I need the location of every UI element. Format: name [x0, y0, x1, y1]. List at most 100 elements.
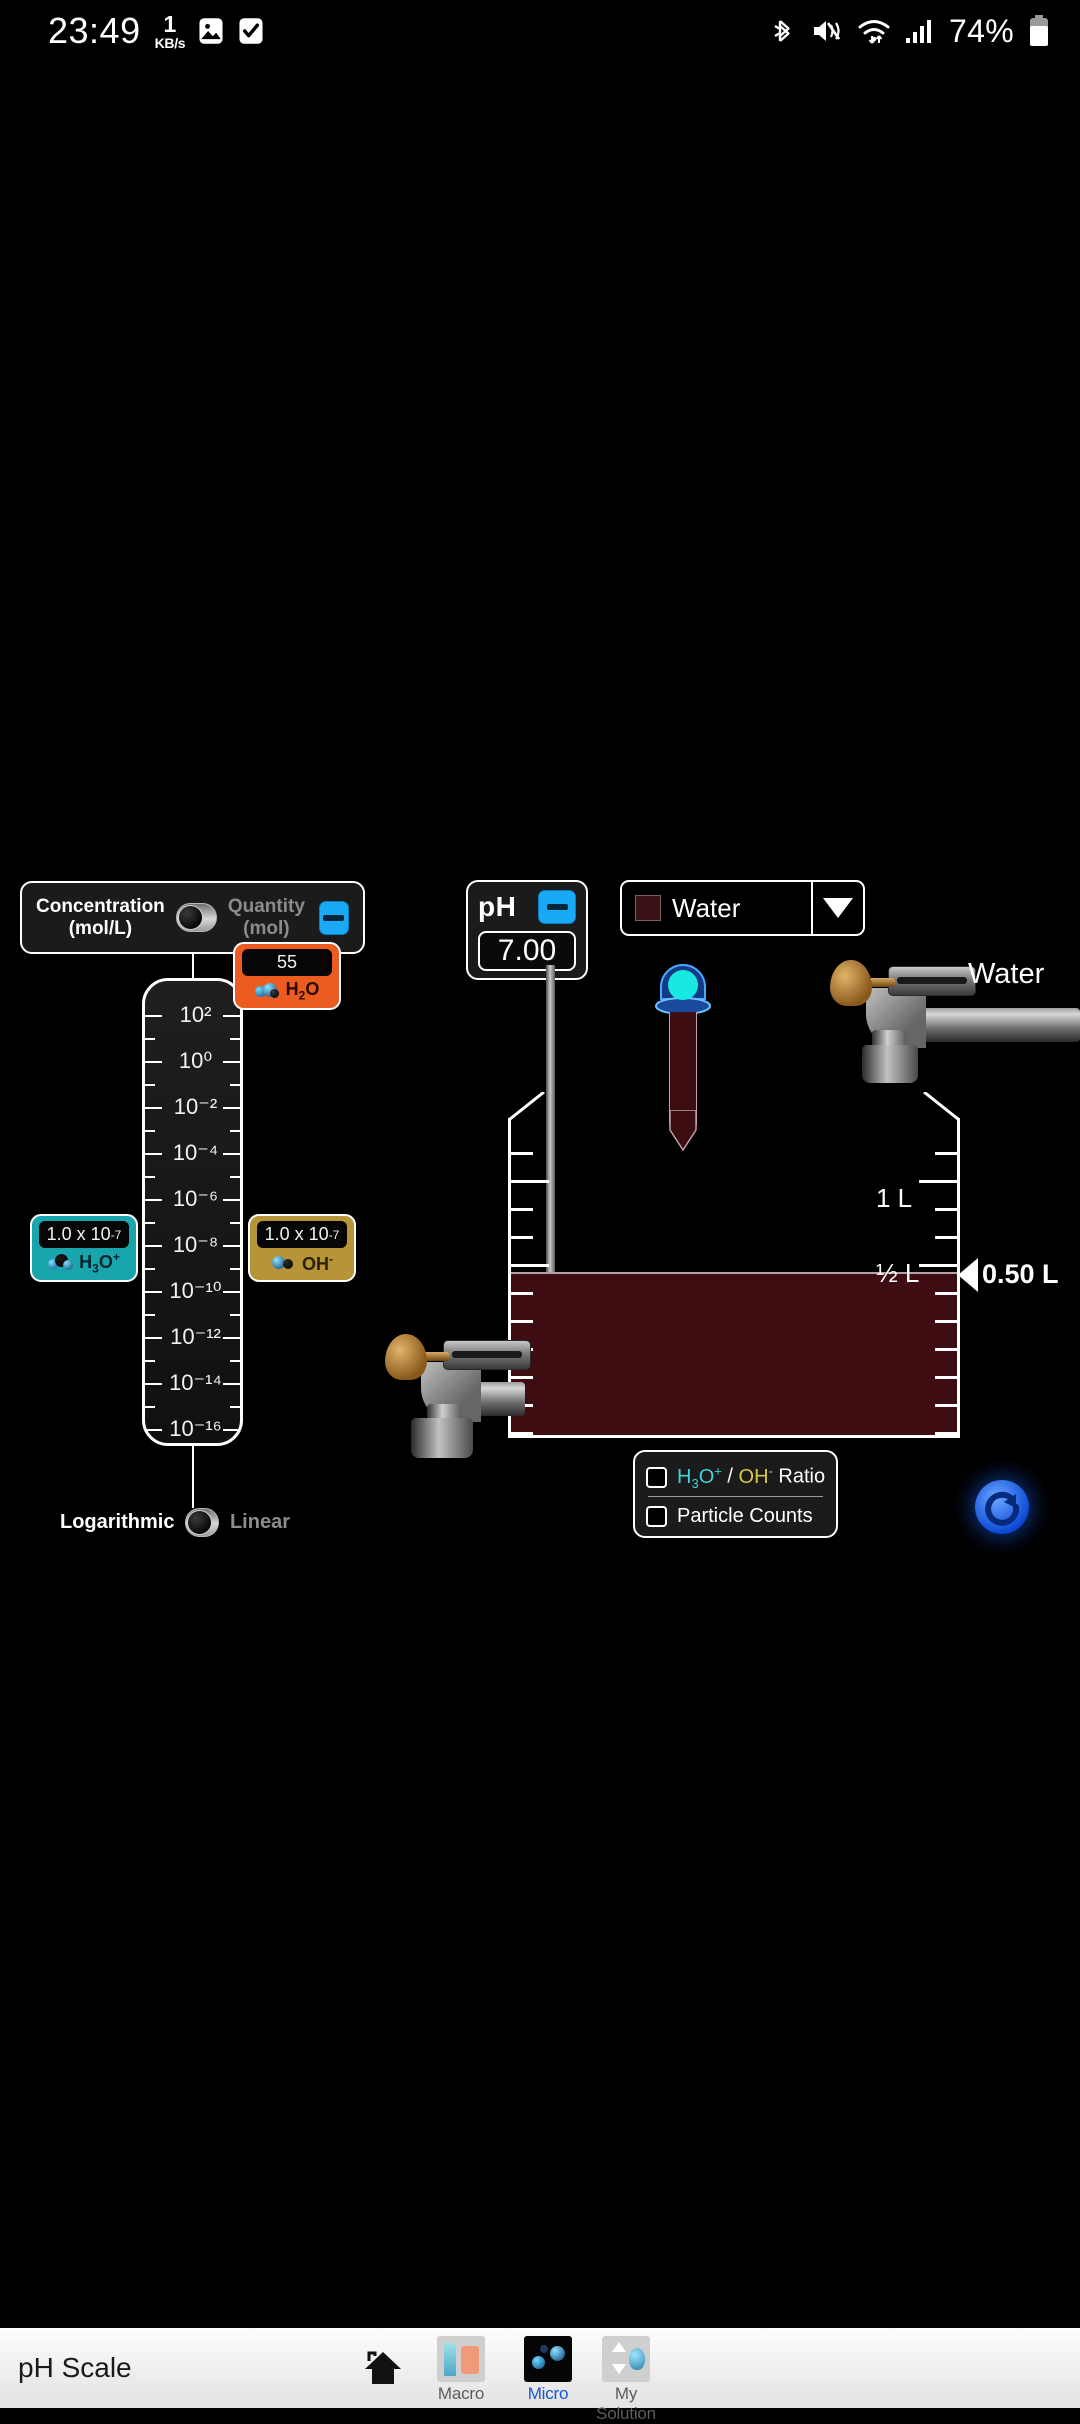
network-speed-unit: KB/s	[154, 34, 186, 51]
h3o-value: 1.0 x 10 -7	[39, 1221, 129, 1248]
beaker-minor-tick	[511, 1432, 533, 1435]
h3o-formula-base: H	[79, 1252, 93, 1273]
home-icon[interactable]	[363, 2350, 403, 2386]
graph-minor-tick	[230, 1038, 240, 1040]
tab-macro-label: Macro	[437, 2384, 485, 2403]
h2o-species-label: H2O	[242, 979, 332, 1003]
solution-dropdown-toggle[interactable]	[811, 882, 863, 934]
graph-minor-tick	[230, 1360, 240, 1362]
graph-minor-tick	[145, 1314, 155, 1316]
water-faucet-valve[interactable]	[888, 966, 976, 996]
beaker-minor-tick	[511, 1320, 533, 1323]
h3o-concentration-callout[interactable]: 1.0 x 10 -7 H3O+	[30, 1214, 138, 1282]
h3o-species-label: H3O+	[39, 1250, 129, 1276]
graph-minor-tick	[230, 1222, 240, 1224]
h2o-molecule-icon	[254, 982, 281, 1000]
ratio-option-row[interactable]: H3O+ / OH- Ratio	[646, 1460, 825, 1494]
water-faucet-handle[interactable]	[830, 960, 872, 1006]
ratio-checkbox[interactable]	[646, 1466, 667, 1488]
drain-faucet-valve[interactable]	[443, 1340, 531, 1370]
water-faucet-pipe	[900, 1008, 1080, 1042]
minus-icon	[546, 904, 568, 910]
ph-label: pH	[478, 891, 517, 922]
h2o-concentration-callout[interactable]: 55 H2O	[233, 942, 341, 1010]
ratio-option-label: H3O+ / OH- Ratio	[677, 1463, 825, 1491]
tab-macro[interactable]: Macro	[425, 2336, 497, 2404]
particle-counts-label: Particle Counts	[677, 1504, 813, 1527]
minus-icon	[323, 914, 345, 921]
beaker-minor-tick	[935, 1376, 957, 1379]
beaker-minor-tick	[511, 1208, 533, 1211]
particle-counts-option-row[interactable]: Particle Counts	[646, 1499, 825, 1533]
drain-faucet-handle[interactable]	[385, 1334, 427, 1380]
h3o-formula-sub: 3	[92, 1261, 99, 1276]
h3o-value-mantissa: 1.0 x 10	[46, 1224, 111, 1244]
collapse-concentration-button[interactable]	[318, 900, 349, 935]
graph-tick-label: 10²	[179, 1002, 212, 1027]
network-speed-value: 1	[163, 10, 177, 37]
panel-stem-top	[192, 954, 194, 980]
oh-formula-base: OH	[302, 1253, 329, 1274]
volume-label-1l: 1 L	[876, 1183, 913, 1213]
oh-concentration-callout[interactable]: 1.0 x 10 -7 OH-	[248, 1214, 356, 1282]
particle-counts-checkbox[interactable]	[646, 1505, 667, 1527]
dropper-tube	[669, 1012, 697, 1125]
solution-dropdown-face[interactable]: Water	[622, 882, 811, 934]
log-linear-scale-selector: Logarithmic Linear	[60, 1505, 290, 1539]
concentration-quantity-toggle[interactable]	[175, 903, 217, 932]
logarithmic-label[interactable]: Logarithmic	[60, 1511, 174, 1534]
graph-tick-label: 10⁻⁴	[172, 1140, 219, 1165]
graph-minor-tick	[145, 1222, 155, 1224]
panel-stem-bottom	[192, 1446, 194, 1508]
image-icon	[199, 18, 223, 44]
drain-faucet-base	[411, 1418, 473, 1458]
beaker-minor-tick	[511, 1292, 533, 1295]
beaker-major-tick	[511, 1180, 549, 1183]
ratio-oh-base: OH	[738, 1465, 769, 1488]
beaker-minor-tick	[935, 1404, 957, 1407]
oh-value-mantissa: 1.0 x 10	[264, 1224, 329, 1244]
concentration-label-line1: Concentration	[36, 896, 165, 918]
solution-dropdown[interactable]: Water	[620, 880, 865, 936]
volume-label-half-l: ½ L	[876, 1258, 920, 1288]
options-divider	[648, 1496, 823, 1497]
quantity-label-line1: Quantity	[227, 896, 305, 918]
beaker-major-tick	[919, 1264, 957, 1267]
oh-species-label: OH-	[257, 1252, 347, 1274]
oh-molecule-icon	[271, 1254, 297, 1272]
beaker-lip-left	[509, 1092, 545, 1120]
beaker-minor-tick	[935, 1432, 957, 1435]
beaker-bottom	[508, 1435, 960, 1438]
graph-tick-label: 10⁻¹²	[170, 1324, 221, 1349]
ratio-h3o-sub: 3	[691, 1475, 699, 1491]
graph-minor-tick	[230, 1176, 240, 1178]
concentration-label-line2: (mol/L)	[68, 917, 133, 939]
network-speed: 1 KB/s	[154, 10, 186, 51]
log-linear-toggle[interactable]	[185, 1507, 219, 1537]
display-options-panel: H3O+ / OH- Ratio Particle Counts	[633, 1450, 838, 1538]
graph-minor-tick	[145, 1084, 155, 1086]
ph-meter-panel: pH 7.00	[466, 880, 588, 980]
tab-my-solution[interactable]: My Solution	[590, 2336, 662, 2424]
oh-value-exponent: -7	[328, 1227, 340, 1242]
tab-micro[interactable]: Micro	[512, 2336, 584, 2404]
beaker-water	[511, 1272, 957, 1435]
concentration-graph[interactable]: 10² 10⁰ 10⁻² 10⁻⁴ 10⁻⁶ 10⁻⁸ 10⁻¹⁰ 10⁻¹² 10⁻¹⁴ 10⁻…	[142, 978, 243, 1446]
tab-my-solution-thumbnail	[602, 2336, 650, 2382]
beaker-major-tick	[919, 1180, 957, 1183]
ratio-h3o-tail: O	[698, 1465, 715, 1488]
battery-icon	[1030, 15, 1048, 46]
solution-name: Water	[672, 892, 741, 923]
tab-my-solution-label: My Solution	[596, 2384, 656, 2423]
reset-button[interactable]	[975, 1480, 1029, 1534]
beaker-minor-tick	[935, 1152, 957, 1155]
checkbox-icon	[239, 18, 263, 44]
h2o-formula-tail: O	[305, 979, 320, 1000]
ratio-h3o-sup: +	[714, 1463, 722, 1479]
collapse-ph-button[interactable]	[538, 890, 576, 924]
bluetooth-icon	[774, 20, 790, 42]
linear-label[interactable]: Linear	[230, 1511, 290, 1534]
status-clock: 23:49	[48, 10, 141, 51]
status-bar: 23:49 1 KB/s 74%	[0, 0, 1080, 62]
beaker-minor-tick	[935, 1348, 957, 1351]
